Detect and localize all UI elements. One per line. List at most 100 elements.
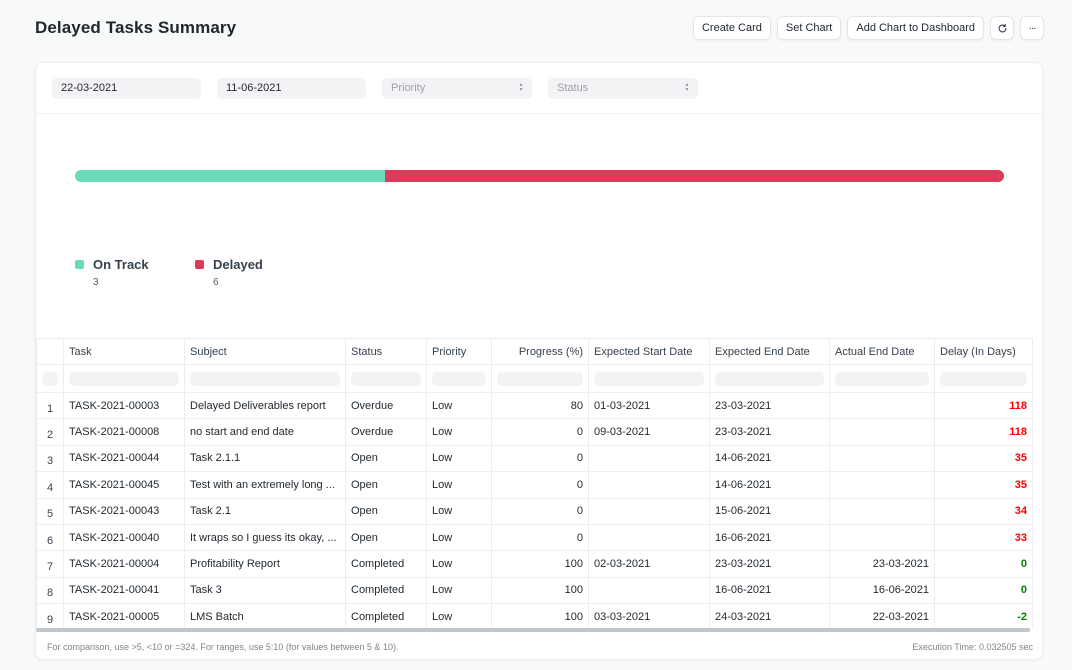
expected-end-cell: 14-06-2021 xyxy=(709,444,830,473)
progress-cell: 0 xyxy=(491,471,589,499)
column-filter-input[interactable] xyxy=(594,371,704,386)
actual-end-cell: 22-03-2021 xyxy=(829,603,935,629)
report-footer: For comparison, use >5, <10 or =324. For… xyxy=(36,632,1042,659)
percentage-chart: On Track 3 Delayed 6 xyxy=(36,114,1042,338)
expected-end-cell: 23-03-2021 xyxy=(709,550,830,578)
row-index: 5 xyxy=(36,497,64,525)
priority-cell: Low xyxy=(426,471,492,499)
progress-cell: 0 xyxy=(491,523,589,552)
column-header[interactable]: Delay (In Days) xyxy=(934,338,1033,365)
more-options-button[interactable]: ··· xyxy=(1020,16,1044,40)
actual-end-cell xyxy=(829,523,935,552)
column-header[interactable]: Expected Start Date xyxy=(588,338,710,365)
table-header-row: Task Subject Status Priority Progress (%) Exp… xyxy=(36,338,1033,365)
progress-cell: 0 xyxy=(491,497,589,525)
table-row[interactable]: 9 TASK-2021-00005 LMS Batch Completed Low 100… xyxy=(36,603,1033,629)
column-filter-input[interactable] xyxy=(835,371,929,386)
column-header[interactable]: Status xyxy=(345,338,427,365)
priority-cell: Low xyxy=(426,576,492,605)
actual-end-cell: 16-06-2021 xyxy=(829,576,935,605)
refresh-button[interactable] xyxy=(990,16,1014,40)
status-cell: Completed xyxy=(345,576,427,605)
toolbar-actions: Create Card Set Chart Add Chart to Dashb… xyxy=(692,16,1044,40)
priority-cell: Low xyxy=(426,550,492,578)
column-header[interactable]: Subject xyxy=(184,338,346,365)
legend-item: On Track 3 xyxy=(75,257,195,288)
priority-filter-placeholder: Priority xyxy=(391,82,426,94)
create-card-button[interactable]: Create Card xyxy=(692,16,771,40)
expected-end-cell: 15-06-2021 xyxy=(709,497,830,525)
column-filter-cell xyxy=(36,364,64,393)
table-row[interactable]: 2 TASK-2021-00008 no start and end date Ove… xyxy=(36,418,1033,446)
expected-end-cell: 24-03-2021 xyxy=(709,603,830,629)
table-row[interactable]: 5 TASK-2021-00043 Task 2.1 Open Low 0 15-06-20… xyxy=(36,497,1033,525)
column-filter-input[interactable] xyxy=(69,371,179,386)
column-filter-input[interactable] xyxy=(497,371,583,386)
column-header[interactable]: Actual End Date xyxy=(829,338,935,365)
column-filter-input[interactable] xyxy=(190,371,340,386)
percentage-bar xyxy=(75,170,1004,182)
row-index: 9 xyxy=(36,603,64,629)
row-index: 7 xyxy=(36,550,64,578)
progress-cell: 0 xyxy=(491,418,589,446)
priority-cell: Low xyxy=(426,497,492,525)
column-filter-cell xyxy=(829,364,935,393)
column-filter-input[interactable] xyxy=(940,371,1027,386)
expected-end-cell: 16-06-2021 xyxy=(709,523,830,552)
legend-swatch xyxy=(195,260,204,269)
column-filter-input[interactable] xyxy=(432,371,486,386)
from-date-filter[interactable]: 22-03-2021 xyxy=(52,77,201,99)
report-table: Task Subject Status Priority Progress (%) Exp… xyxy=(36,338,1033,629)
progress-cell: 100 xyxy=(491,550,589,578)
expected-start-cell xyxy=(588,576,710,605)
legend-item: Delayed 6 xyxy=(195,257,315,288)
table-row[interactable]: 7 TASK-2021-00004 Profitability Report Comp… xyxy=(36,550,1033,578)
column-filter-cell xyxy=(426,364,492,393)
row-index: 6 xyxy=(36,523,64,552)
table-row[interactable]: 4 TASK-2021-00045 Test with an extremely l… xyxy=(36,471,1033,499)
add-chart-to-dashboard-button[interactable]: Add Chart to Dashboard xyxy=(847,16,984,40)
column-filter-cell xyxy=(63,364,185,393)
actual-end-cell: 23-03-2021 xyxy=(829,550,935,578)
select-all-checkbox[interactable] xyxy=(42,371,58,386)
column-header[interactable]: Priority xyxy=(426,338,492,365)
status-cell: Open xyxy=(345,471,427,499)
column-header[interactable]: Task xyxy=(63,338,185,365)
priority-cell: Low xyxy=(426,603,492,629)
bar-segment-on-track[interactable] xyxy=(75,170,385,182)
table-row[interactable]: 6 TASK-2021-00040 It wraps so I guess its … xyxy=(36,523,1033,552)
delay-cell: 33 xyxy=(934,523,1033,552)
status-cell: Overdue xyxy=(345,391,427,420)
page-header: Delayed Tasks Summary Create Card Set Ch… xyxy=(35,14,1044,42)
legend-label: On Track xyxy=(93,257,149,272)
subject-cell: Profitability Report xyxy=(184,550,346,578)
delay-cell: 0 xyxy=(934,550,1033,578)
expected-start-cell xyxy=(588,497,710,525)
column-filter-input[interactable] xyxy=(351,371,421,386)
actual-end-cell xyxy=(829,497,935,525)
chart-legend: On Track 3 Delayed 6 xyxy=(75,257,315,288)
status-filter[interactable]: Status ▴ ▾ xyxy=(548,77,698,99)
table-row[interactable]: 8 TASK-2021-00041 Task 3 Completed Low 100 16-… xyxy=(36,576,1033,605)
to-date-filter[interactable]: 11-06-2021 xyxy=(217,77,366,99)
column-header[interactable]: Expected End Date xyxy=(709,338,830,365)
column-filter-input[interactable] xyxy=(715,371,824,386)
delay-cell: 118 xyxy=(934,391,1033,420)
column-filter-row xyxy=(36,364,1033,393)
more-icon: ··· xyxy=(1028,22,1037,34)
table-row[interactable]: 1 TASK-2021-00003 Delayed Deliverables rep… xyxy=(36,391,1033,420)
set-chart-button[interactable]: Set Chart xyxy=(776,16,842,40)
bar-segment-delayed[interactable] xyxy=(384,170,1004,182)
select-caret-icon: ▴ ▾ xyxy=(519,81,523,93)
legend-row: Delayed xyxy=(195,257,315,272)
column-header[interactable]: Progress (%) xyxy=(491,338,589,365)
delay-cell: 34 xyxy=(934,497,1033,525)
legend-value: 3 xyxy=(93,277,99,288)
delay-cell: 35 xyxy=(934,444,1033,473)
report-table-container: Task Subject Status Priority Progress (%) Exp… xyxy=(36,338,1042,629)
delay-cell: 118 xyxy=(934,418,1033,446)
table-row[interactable]: 3 TASK-2021-00044 Task 2.1.1 Open Low 0 14-06-… xyxy=(36,444,1033,473)
progress-cell: 100 xyxy=(491,603,589,629)
task-cell: TASK-2021-00003 xyxy=(63,391,185,420)
priority-filter[interactable]: Priority ▴ ▾ xyxy=(382,77,532,99)
